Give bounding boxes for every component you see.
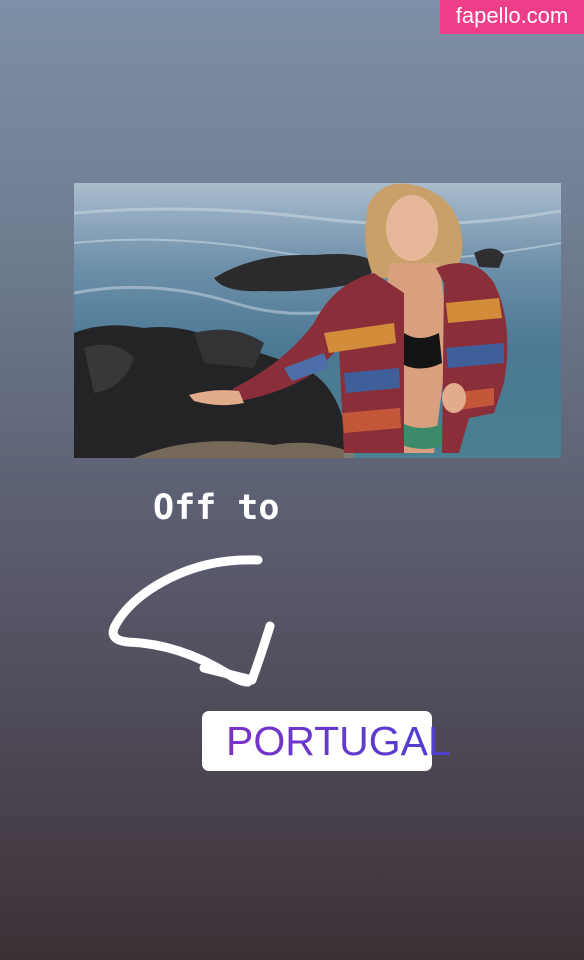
arrow-doodle-icon <box>108 555 275 687</box>
location-sticker[interactable]: PORTUGAL <box>202 711 451 771</box>
watermark: fapello.com <box>440 0 584 34</box>
story-photo <box>74 183 561 458</box>
story-caption: Off to <box>153 488 280 528</box>
location-label: PORTUGAL <box>226 717 451 764</box>
